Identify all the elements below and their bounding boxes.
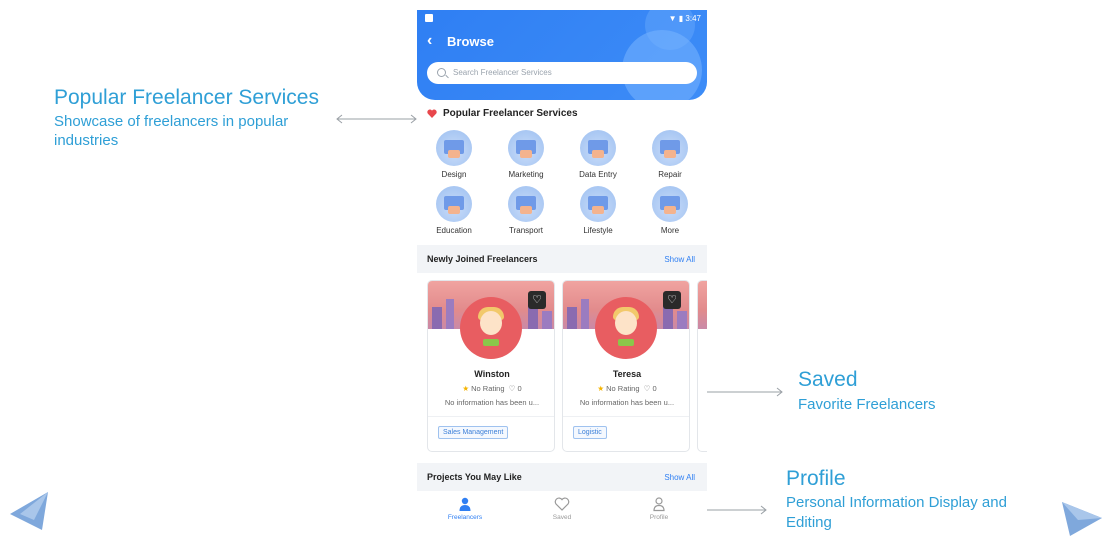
- category-repair[interactable]: Repair: [634, 130, 706, 179]
- annotation-profile-sub-2: Editing: [786, 514, 832, 531]
- status-time: ▼ ▮ 3:47: [668, 14, 701, 23]
- annotation-profile-title: Profile: [786, 467, 846, 490]
- annotation-popular-title: Popular Freelancer Services: [54, 86, 319, 109]
- skill-tag: Logistic: [573, 426, 607, 439]
- tab-saved[interactable]: Saved: [514, 496, 610, 521]
- heart-icon: [427, 109, 437, 118]
- phone-screen: ▼ ▮ 3:47 ‹ Browse Search Freelancer Serv…: [417, 10, 707, 534]
- search-input[interactable]: Search Freelancer Services: [427, 62, 697, 84]
- star-icon: ★: [597, 384, 605, 393]
- avatar: [595, 297, 657, 359]
- status-bar: ▼ ▮ 3:47: [417, 10, 707, 28]
- heart-icon: [554, 497, 570, 511]
- transport-icon: [508, 186, 544, 222]
- repair-icon: [652, 130, 688, 166]
- data-entry-icon: [580, 130, 616, 166]
- save-heart-icon[interactable]: ♡: [528, 291, 546, 309]
- star-icon: ★: [462, 384, 470, 393]
- freelancer-rating: ★ No Rating ♡ 0: [597, 384, 657, 393]
- paper-plane-right-icon: [1062, 502, 1102, 536]
- search-icon: [437, 68, 446, 77]
- projects-show-all-link[interactable]: Show All: [664, 473, 695, 482]
- heart-outline-icon: ♡: [643, 384, 651, 393]
- category-design[interactable]: Design: [418, 130, 490, 179]
- heart-outline-icon: ♡: [508, 384, 516, 393]
- page-title: Browse: [447, 34, 494, 49]
- annotation-saved-title: Saved: [798, 368, 858, 391]
- paper-plane-left-icon: [10, 492, 48, 530]
- category-transport[interactable]: Transport: [490, 186, 562, 235]
- newly-joined-show-all-link[interactable]: Show All: [664, 255, 695, 264]
- skill-tag: Sales Management: [438, 426, 509, 439]
- category-education[interactable]: Education: [418, 186, 490, 235]
- notification-icon: [425, 14, 433, 22]
- freelancer-name: Winston: [474, 369, 510, 379]
- freelancer-card[interactable]: ♡ Winston ★ No Rating ♡ 0 No information…: [427, 280, 555, 452]
- category-more[interactable]: More: [634, 186, 706, 235]
- category-marketing[interactable]: Marketing: [490, 130, 562, 179]
- annotation-saved-sub: Favorite Freelancers: [798, 396, 936, 413]
- freelancer-info: No information has been u...: [579, 398, 675, 407]
- marketing-icon: [508, 130, 544, 166]
- category-data-entry[interactable]: Data Entry: [562, 130, 634, 179]
- design-icon: [436, 130, 472, 166]
- freelancer-card-partial[interactable]: [697, 280, 707, 452]
- freelancer-info: No information has been u...: [444, 398, 540, 407]
- popular-section-title: Popular Freelancer Services: [443, 108, 578, 119]
- lifestyle-icon: [580, 186, 616, 222]
- education-icon: [436, 186, 472, 222]
- more-icon: [652, 186, 688, 222]
- save-heart-icon[interactable]: ♡: [663, 291, 681, 309]
- avatar: [460, 297, 522, 359]
- projects-title: Projects You May Like: [427, 472, 522, 482]
- annotation-popular-sub-1: Showcase of freelancers in popular: [54, 113, 289, 130]
- back-arrow-icon[interactable]: ‹: [427, 32, 432, 50]
- person-icon: [459, 497, 471, 511]
- category-lifestyle[interactable]: Lifestyle: [562, 186, 634, 235]
- profile-icon: [653, 497, 665, 512]
- tab-profile[interactable]: Profile: [611, 496, 707, 521]
- newly-joined-title: Newly Joined Freelancers: [427, 254, 538, 264]
- annotation-profile-sub-1: Personal Information Display and: [786, 494, 1007, 511]
- bottom-tab-bar: Freelancers Saved Profile: [417, 492, 707, 534]
- tab-freelancers[interactable]: Freelancers: [417, 496, 513, 521]
- annotation-popular-sub-2: industries: [54, 132, 119, 149]
- projects-header: Projects You May Like Show All: [417, 463, 707, 491]
- freelancer-card[interactable]: ♡ Teresa ★ No Rating ♡ 0 No information …: [562, 280, 690, 452]
- search-placeholder: Search Freelancer Services: [453, 68, 552, 77]
- browse-header: ▼ ▮ 3:47 ‹ Browse Search Freelancer Serv…: [417, 10, 707, 100]
- newly-joined-header: Newly Joined Freelancers Show All: [417, 245, 707, 273]
- freelancer-name: Teresa: [612, 369, 642, 379]
- freelancer-rating: ★ No Rating ♡ 0: [462, 384, 522, 393]
